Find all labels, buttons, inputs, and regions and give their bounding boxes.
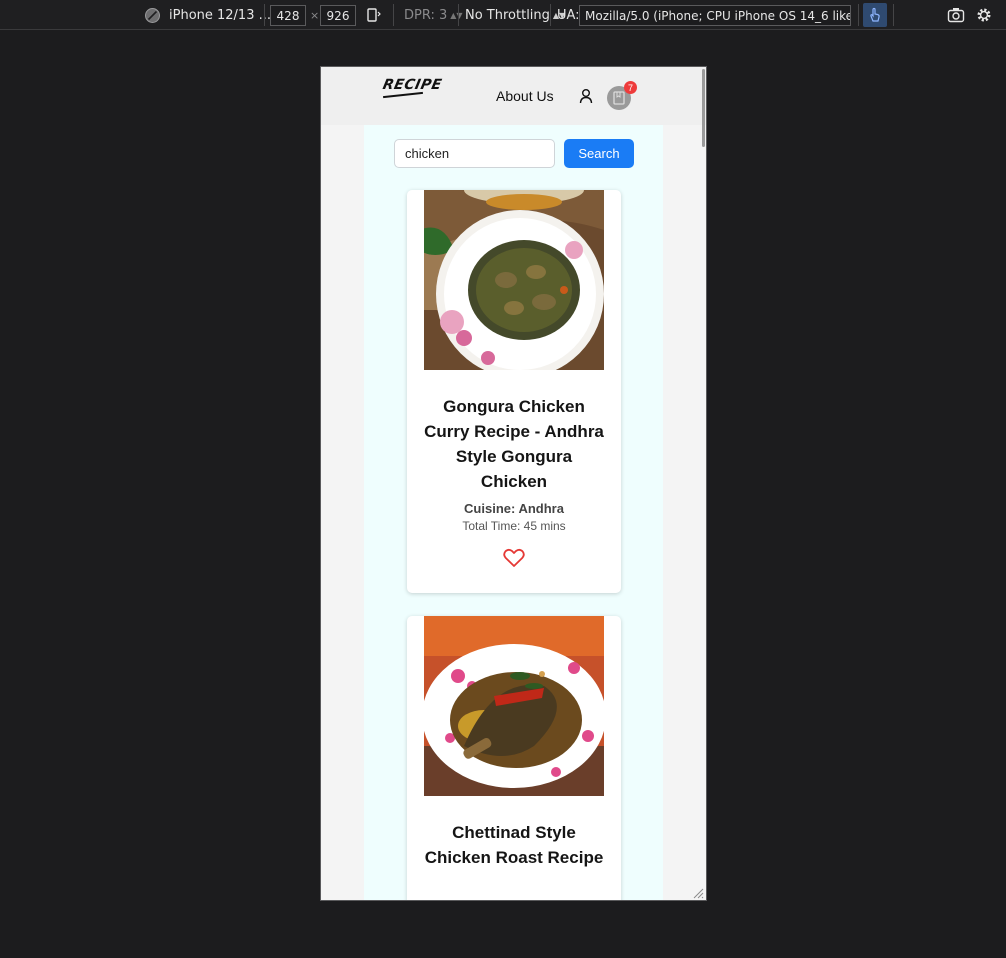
divider bbox=[893, 4, 894, 26]
devtools-toolbar: iPhone 12/13 ... ▲▼ 428 × 926 DPR: 3 ▲▼ … bbox=[0, 0, 1006, 30]
divider bbox=[458, 4, 459, 26]
recipe-image[interactable] bbox=[424, 616, 604, 796]
divider bbox=[550, 4, 551, 26]
search-button[interactable]: Search bbox=[564, 139, 634, 168]
resize-handle-icon[interactable] bbox=[692, 886, 704, 899]
recipe-card[interactable]: Chettinad Style Chicken Roast Recipe bbox=[407, 616, 621, 900]
throttling-label: No Throttling bbox=[465, 7, 550, 23]
width-input[interactable]: 428 bbox=[270, 5, 306, 26]
ua-label: UA: bbox=[557, 7, 580, 23]
dpr-selector[interactable]: DPR: 3 ▲▼ bbox=[404, 0, 463, 30]
main-content: Search bbox=[364, 125, 663, 900]
device-name: iPhone 12/13 ... bbox=[169, 7, 272, 23]
dpr-label: DPR: 3 bbox=[404, 7, 448, 23]
nav-about-link[interactable]: About Us bbox=[496, 88, 554, 104]
no-sync-icon bbox=[145, 7, 160, 23]
navbar: RECIPE About Us 7 bbox=[321, 67, 706, 125]
recipe-time: Total Time: 45 mins bbox=[462, 519, 566, 533]
device-viewport: RECIPE About Us 7 Search bbox=[320, 66, 707, 901]
divider bbox=[264, 4, 265, 26]
site-logo[interactable]: RECIPE bbox=[381, 77, 443, 93]
bookmark-icon bbox=[613, 91, 625, 105]
recipe-title[interactable]: Gongura Chicken Curry Recipe - Andhra St… bbox=[421, 394, 607, 494]
user-icon[interactable] bbox=[579, 88, 593, 104]
touch-icon[interactable] bbox=[863, 3, 887, 27]
search-input[interactable] bbox=[394, 139, 555, 168]
heart-icon[interactable] bbox=[503, 548, 525, 568]
scrollbar[interactable] bbox=[702, 69, 705, 147]
recipe-image[interactable] bbox=[424, 190, 604, 370]
user-agent-input[interactable]: Mozilla/5.0 (iPhone; CPU iPhone OS 14_6 … bbox=[579, 5, 851, 26]
divider bbox=[393, 4, 394, 26]
height-input[interactable]: 926 bbox=[320, 5, 356, 26]
camera-icon[interactable] bbox=[947, 7, 965, 28]
recipe-cuisine: Cuisine: Andhra bbox=[464, 501, 564, 516]
saved-count-badge: 7 bbox=[624, 81, 637, 94]
recipe-card[interactable]: Gongura Chicken Curry Recipe - Andhra St… bbox=[407, 190, 621, 593]
gear-icon[interactable] bbox=[975, 6, 993, 29]
dimension-separator: × bbox=[310, 8, 320, 22]
chevron-updown-icon: ▲▼ bbox=[450, 10, 463, 20]
rotate-icon[interactable] bbox=[366, 0, 382, 30]
recipe-title[interactable]: Chettinad Style Chicken Roast Recipe bbox=[421, 820, 607, 870]
divider bbox=[858, 4, 859, 26]
